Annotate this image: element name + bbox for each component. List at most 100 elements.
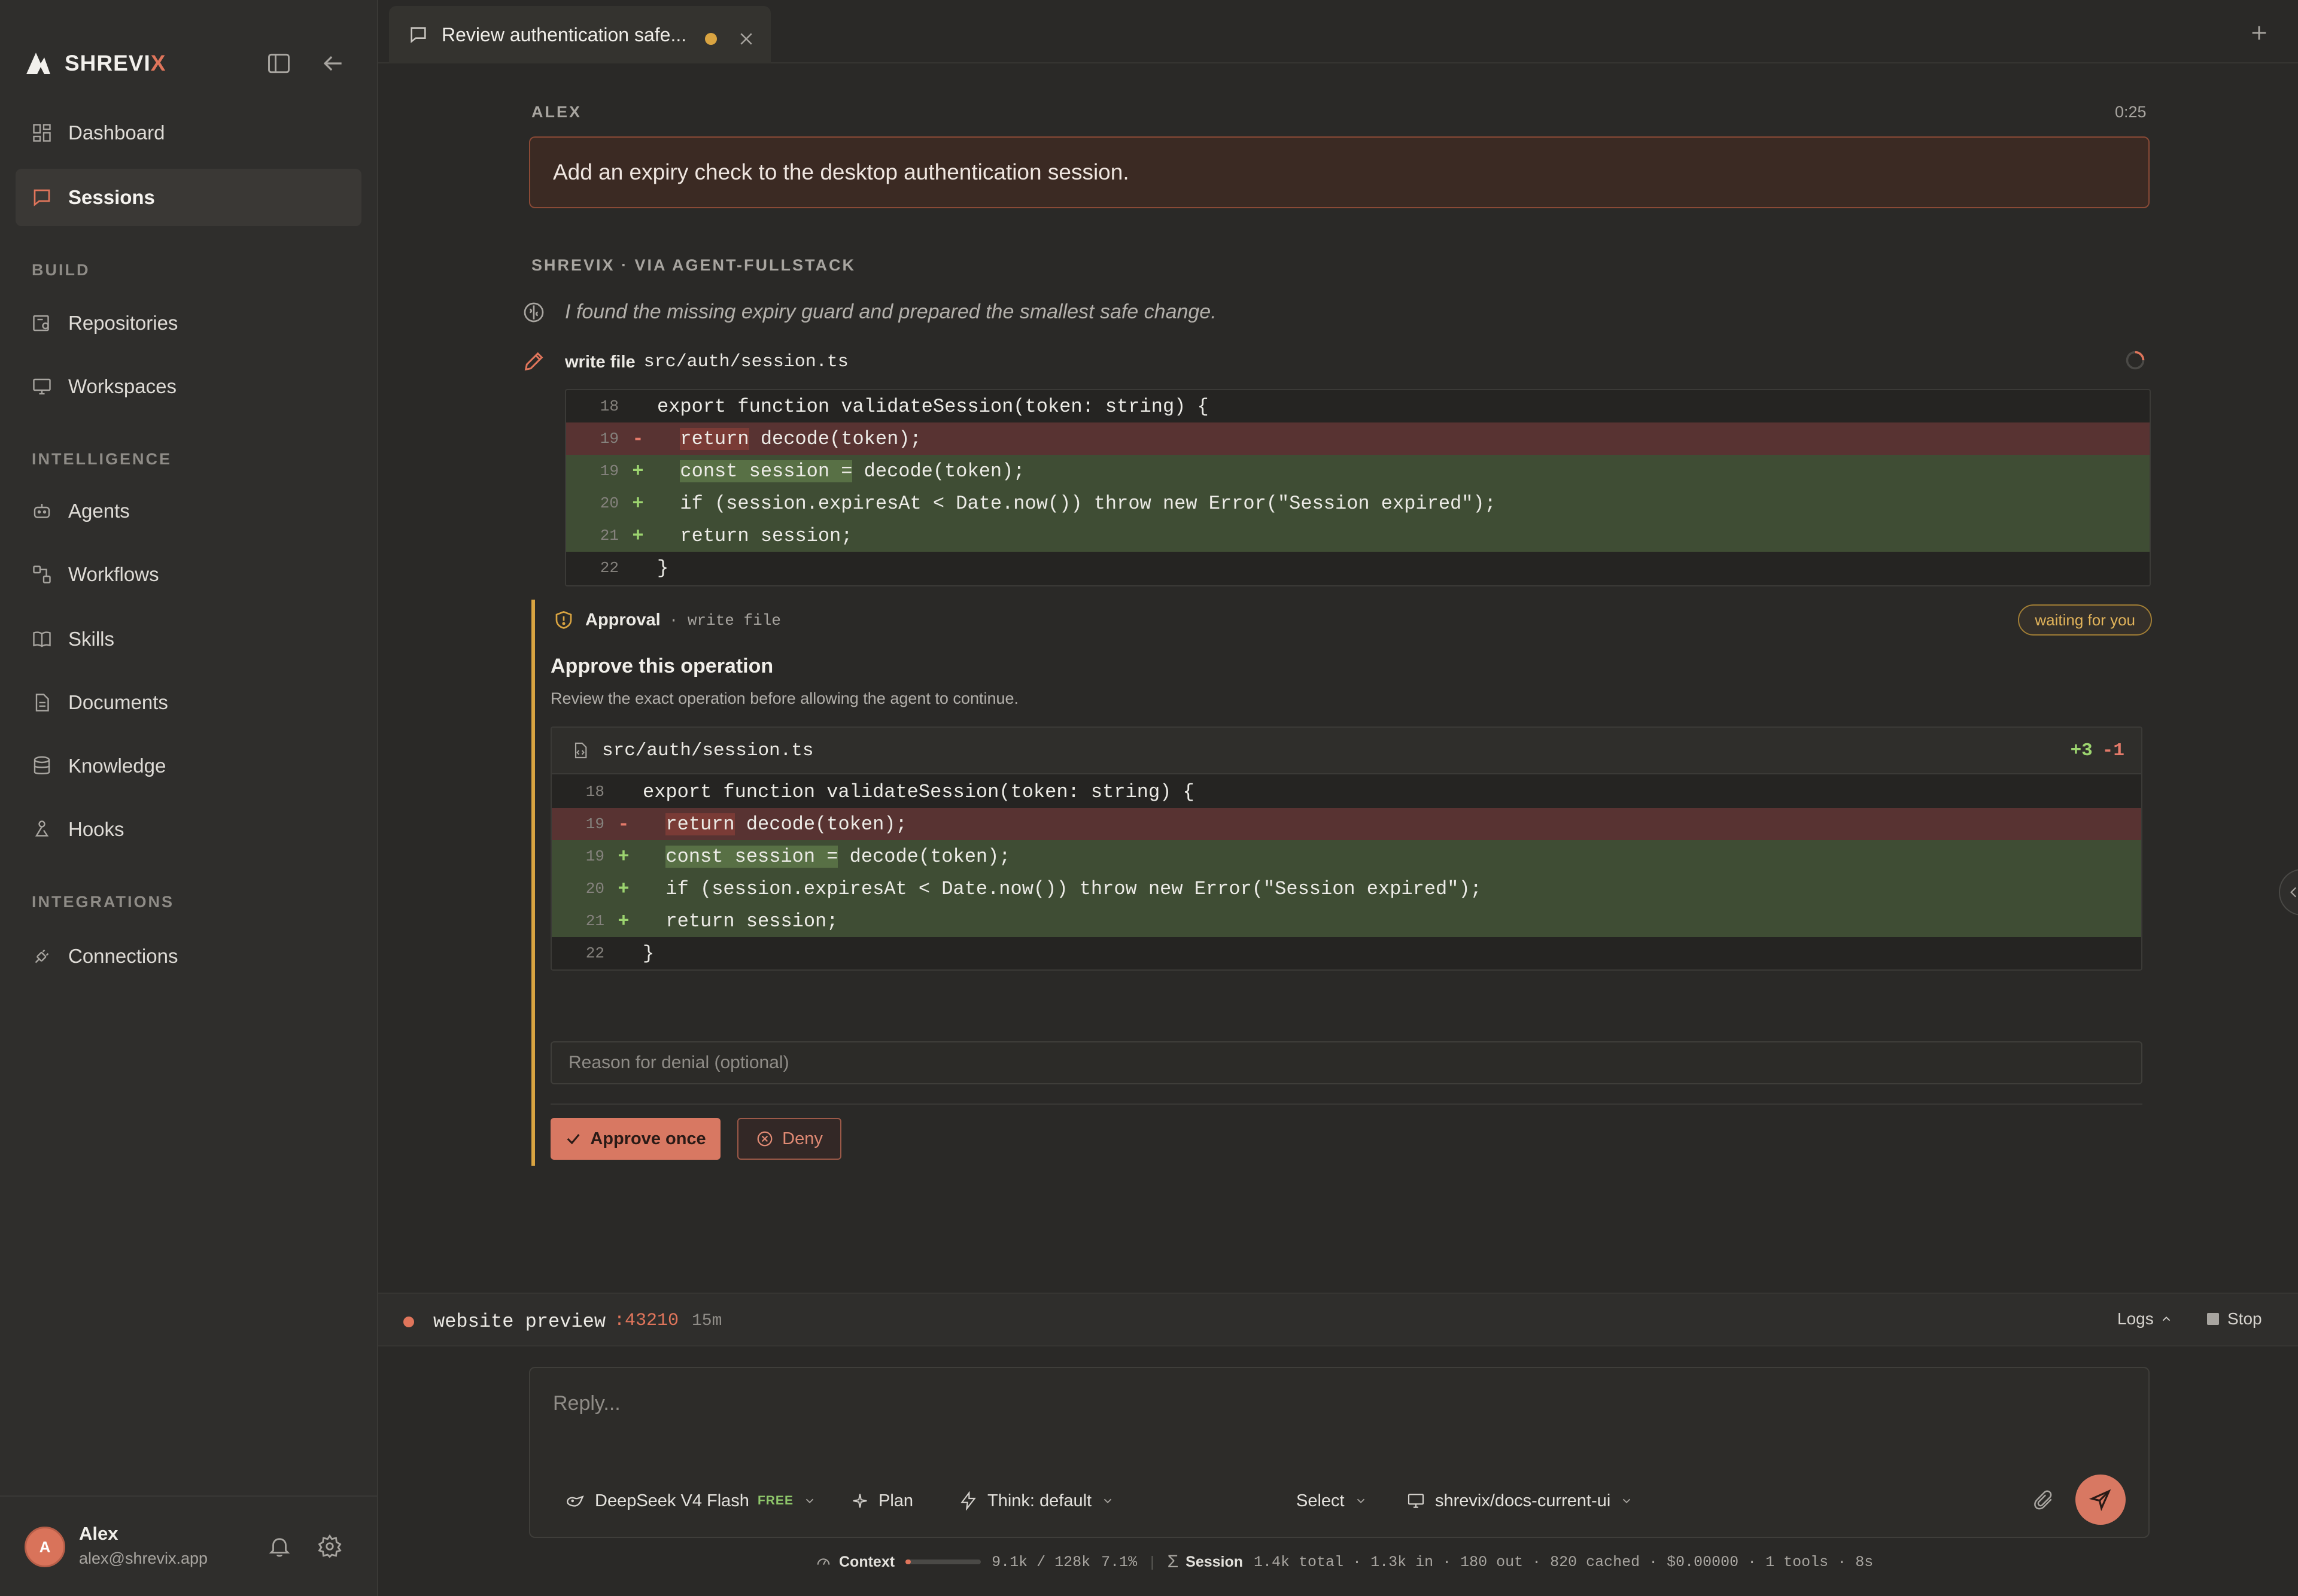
preview-name[interactable]: website preview bbox=[433, 1311, 606, 1333]
send-button[interactable] bbox=[2075, 1475, 2126, 1525]
approval-heading: Approve this operation bbox=[551, 655, 774, 677]
file-code-icon bbox=[574, 742, 587, 759]
sidebar-item-sessions[interactable]: Sessions bbox=[16, 169, 361, 226]
shield-alert-icon bbox=[555, 611, 572, 629]
sidebar-item-hooks[interactable]: Hooks bbox=[16, 801, 361, 858]
denial-reason-input[interactable]: Reason for denial (optional) bbox=[551, 1041, 2142, 1084]
sidebar-item-label: Workspaces bbox=[68, 375, 177, 397]
approval-card: Approval · write file waiting for you Ap… bbox=[531, 600, 2152, 1166]
stop-icon bbox=[2207, 1313, 2219, 1325]
sidebar-item-agents[interactable]: Agents bbox=[16, 482, 361, 540]
robot-icon bbox=[34, 504, 50, 518]
approval-description: Review the exact operation before allowi… bbox=[551, 689, 1019, 707]
context-progress-fill bbox=[905, 1559, 911, 1564]
sidebar-toggle-icon[interactable] bbox=[266, 50, 292, 77]
session-stats: 1.4k total · 1.3k in · 180 out · 820 cac… bbox=[1254, 1553, 1874, 1571]
brand-name: SHREVIX bbox=[65, 51, 166, 75]
diff-file-path: src/auth/session.ts bbox=[602, 740, 814, 761]
chevron-down-icon bbox=[805, 1498, 814, 1504]
back-arrow-icon[interactable] bbox=[320, 50, 346, 77]
stop-button[interactable]: Stop bbox=[2207, 1309, 2262, 1329]
preview-port[interactable]: :43210 bbox=[614, 1311, 679, 1331]
bell-icon[interactable] bbox=[267, 1534, 292, 1559]
sidebar-item-workflows[interactable]: Workflows bbox=[16, 546, 361, 603]
diff-line-added: 19 + const session = decode(token); bbox=[552, 840, 2141, 873]
user-area: A Alex alex@shrevix.app bbox=[0, 1495, 377, 1596]
diff-line-added: 21 + return session; bbox=[552, 905, 2141, 937]
user-name: Alex bbox=[79, 1523, 118, 1544]
approval-header: Approval · write file bbox=[585, 610, 781, 630]
reply-input[interactable]: Reply... bbox=[553, 1392, 621, 1415]
document-icon bbox=[35, 694, 49, 712]
brain-icon bbox=[524, 302, 544, 323]
tab-session[interactable]: Review authentication safe... bbox=[389, 6, 771, 63]
section-integrations: INTEGRATIONS bbox=[32, 893, 174, 911]
sidebar: SHREVIX Dashboard Sessions BUILD Reposit… bbox=[0, 0, 378, 1596]
diff-line-removed: 19- return decode(token); bbox=[566, 422, 2150, 455]
sidebar-item-label: Sessions bbox=[68, 186, 155, 208]
send-icon bbox=[2089, 1489, 2111, 1511]
sidebar-item-label: Workflows bbox=[68, 563, 159, 585]
plug-icon bbox=[35, 949, 49, 963]
context-status: Context 9.1k / 128k 7.1% | Σ Session 1.4… bbox=[815, 1550, 1873, 1574]
sidebar-item-label: Repositories bbox=[68, 312, 178, 334]
agent-speaker: SHREVIX · VIA AGENT-FULLSTACK bbox=[531, 256, 856, 274]
diff-line-removed: 19- return decode(token); bbox=[552, 808, 2141, 840]
hook-icon bbox=[35, 820, 49, 837]
whale-icon bbox=[567, 1495, 584, 1507]
logs-button[interactable]: Logs bbox=[2117, 1309, 2173, 1329]
brand[interactable]: SHREVIX bbox=[23, 48, 166, 79]
sidebar-item-knowledge[interactable]: Knowledge bbox=[16, 737, 361, 795]
sidebar-item-workspaces[interactable]: Workspaces bbox=[16, 358, 361, 415]
gauge-icon bbox=[817, 1558, 830, 1565]
database-icon bbox=[34, 756, 50, 774]
preview-status-dot bbox=[403, 1317, 414, 1327]
sidebar-item-repositories[interactable]: Repositories bbox=[16, 294, 361, 352]
sidebar-item-label: Hooks bbox=[68, 818, 124, 840]
sidebar-item-documents[interactable]: Documents bbox=[16, 674, 361, 731]
gear-icon[interactable] bbox=[317, 1534, 342, 1559]
chevron-up-icon bbox=[2162, 1316, 2170, 1321]
select-dropdown[interactable]: Select bbox=[1296, 1486, 1377, 1515]
approve-once-button[interactable]: Approve once bbox=[551, 1118, 721, 1160]
tab-bar: Review authentication safe... bbox=[378, 0, 2298, 63]
sparkle-icon bbox=[853, 1494, 867, 1508]
sidebar-item-dashboard[interactable]: Dashboard bbox=[16, 104, 361, 162]
user-message: Add an expiry check to the desktop authe… bbox=[529, 136, 2150, 208]
diff-line-added: 21 + return session; bbox=[566, 519, 2150, 552]
user-email: alex@shrevix.app bbox=[79, 1549, 208, 1567]
think-selector[interactable]: Think: default bbox=[959, 1486, 1124, 1515]
plan-toggle[interactable]: Plan bbox=[851, 1486, 913, 1515]
diff-line: 22} bbox=[585, 942, 655, 965]
paperclip-icon[interactable] bbox=[2032, 1489, 2055, 1512]
section-intelligence: INTELLIGENCE bbox=[32, 450, 172, 468]
chat-icon bbox=[34, 189, 50, 206]
tool-call-header: write file src/auth/session.ts bbox=[565, 352, 849, 372]
close-icon[interactable] bbox=[737, 30, 755, 48]
workspace-selector[interactable]: shrevix/docs-current-ui bbox=[1406, 1486, 1643, 1515]
unsaved-dot bbox=[705, 33, 717, 45]
new-tab-icon[interactable] bbox=[2249, 23, 2269, 43]
lines-removed: -1 bbox=[2102, 740, 2124, 761]
composer: Reply... DeepSeek V4 Flash FREE Plan Thi… bbox=[529, 1367, 2150, 1538]
workflow-icon bbox=[33, 566, 51, 583]
user-speaker: ALEX bbox=[531, 103, 582, 121]
sidebar-item-label: Connections bbox=[68, 945, 178, 967]
diff-line-added: 19 + const session = decode(token); bbox=[566, 455, 2150, 487]
sidebar-item-label: Skills bbox=[68, 628, 115, 650]
repo-icon bbox=[33, 315, 49, 332]
approval-diff: src/auth/session.ts +3 -1 18 export funct… bbox=[551, 726, 2142, 971]
deny-button[interactable]: Deny bbox=[737, 1118, 841, 1160]
approval-title: Approval bbox=[585, 610, 661, 630]
sidebar-item-label: Dashboard bbox=[68, 121, 165, 144]
sidebar-item-skills[interactable]: Skills bbox=[16, 610, 361, 668]
chat-icon bbox=[411, 27, 426, 43]
diff-line: 22} bbox=[600, 557, 669, 579]
sidebar-item-connections[interactable]: Connections bbox=[16, 928, 361, 985]
tab-title: Review authentication safe... bbox=[442, 23, 687, 45]
preview-age: 15m bbox=[692, 1312, 722, 1330]
right-panel-toggle[interactable] bbox=[2279, 869, 2298, 916]
message-time: 0:25 bbox=[2115, 103, 2147, 121]
avatar[interactable]: A bbox=[25, 1527, 65, 1567]
model-selector[interactable]: DeepSeek V4 Flash FREE bbox=[565, 1486, 826, 1515]
